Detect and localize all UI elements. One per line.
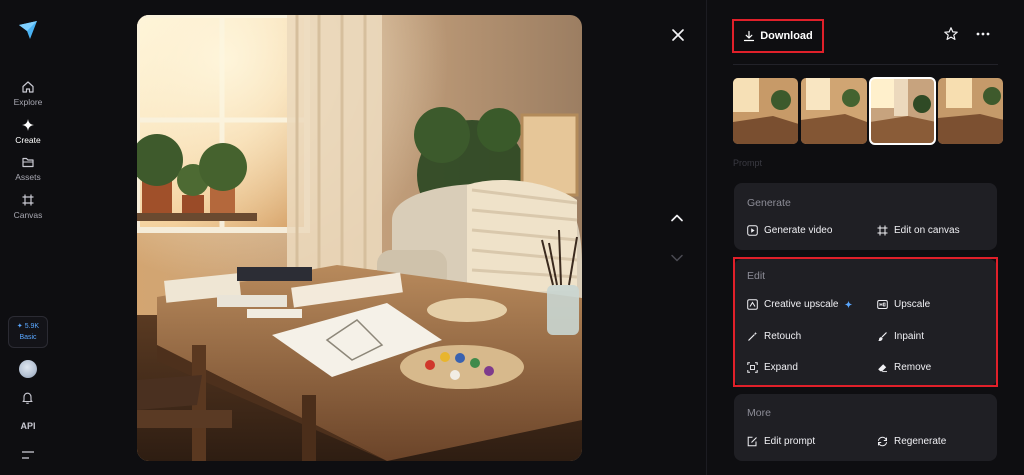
edit-on-canvas-label: Edit on canvas <box>894 225 960 236</box>
sidebar-item-label: Explore <box>13 97 43 107</box>
edit-on-canvas-button[interactable]: Edit on canvas <box>877 225 960 236</box>
image-viewer <box>56 0 706 475</box>
plan-label: Basic <box>19 334 37 341</box>
sidebar-item-explore[interactable]: Explore <box>0 80 56 107</box>
thumbnail-2[interactable] <box>801 78 867 144</box>
star-icon[interactable] <box>943 26 959 42</box>
thumbnail-3-selected[interactable] <box>868 77 936 145</box>
edit-prompt-icon <box>747 436 757 447</box>
regenerate-button[interactable]: Regenerate <box>877 436 946 447</box>
sidebar-item-canvas[interactable]: Canvas <box>0 193 56 220</box>
more-options-icon[interactable] <box>975 26 991 42</box>
prompt-section-label: Prompt <box>733 158 763 168</box>
close-icon[interactable] <box>669 26 687 44</box>
generate-video-label: Generate video <box>764 225 833 236</box>
avatar[interactable] <box>19 360 37 378</box>
download-icon <box>744 30 755 42</box>
divider <box>733 64 998 65</box>
chevron-up-icon[interactable] <box>668 209 686 227</box>
home-icon <box>22 81 34 93</box>
thumbnail-1[interactable] <box>733 78 799 144</box>
sidebar-item-label: Canvas <box>13 210 43 220</box>
edit-prompt-button[interactable]: Edit prompt <box>747 436 815 447</box>
folder-icon <box>22 157 34 168</box>
generate-section-title: Generate <box>747 197 791 209</box>
thumbnail-4[interactable] <box>937 78 1003 144</box>
left-sidebar: Explore Create Assets Canvas ✦ 5.9K Basi… <box>0 0 56 475</box>
download-button[interactable]: Download <box>732 19 824 53</box>
sidebar-item-label: Assets <box>15 172 41 182</box>
generate-video-button[interactable]: Generate video <box>747 225 832 236</box>
chevron-down-icon[interactable] <box>668 249 686 267</box>
credits-amount: ✦ 5.9K <box>16 323 40 330</box>
credits-badge[interactable]: ✦ 5.9K Basic <box>8 316 48 348</box>
edit-prompt-label: Edit prompt <box>764 436 816 447</box>
sidebar-item-label: Create <box>15 135 41 145</box>
sidebar-item-create[interactable]: Create <box>0 118 56 145</box>
details-panel: Download Prompt Generate Generate video … <box>706 0 1024 475</box>
generate-section: Generate Generate video Edit on canvas <box>734 183 997 250</box>
play-icon <box>747 225 758 236</box>
more-section-title: More <box>747 407 771 419</box>
artist-studio-illustration <box>137 15 582 461</box>
generated-image[interactable] <box>137 15 582 461</box>
bell-icon[interactable] <box>20 390 35 405</box>
sparkle-icon <box>22 119 34 131</box>
regenerate-icon <box>877 436 888 447</box>
edit-section-highlight <box>733 257 998 387</box>
frame-icon <box>877 225 888 236</box>
regenerate-label: Regenerate <box>894 436 947 447</box>
frame-icon <box>22 194 34 206</box>
more-section: More Edit prompt Regenerate <box>734 394 997 461</box>
thumbnail-strip <box>733 77 1003 145</box>
api-link[interactable]: API <box>0 421 56 431</box>
download-label: Download <box>760 30 813 42</box>
app-logo[interactable] <box>17 19 39 41</box>
sidebar-item-assets[interactable]: Assets <box>0 155 56 182</box>
collapse-menu-icon[interactable] <box>21 450 35 460</box>
